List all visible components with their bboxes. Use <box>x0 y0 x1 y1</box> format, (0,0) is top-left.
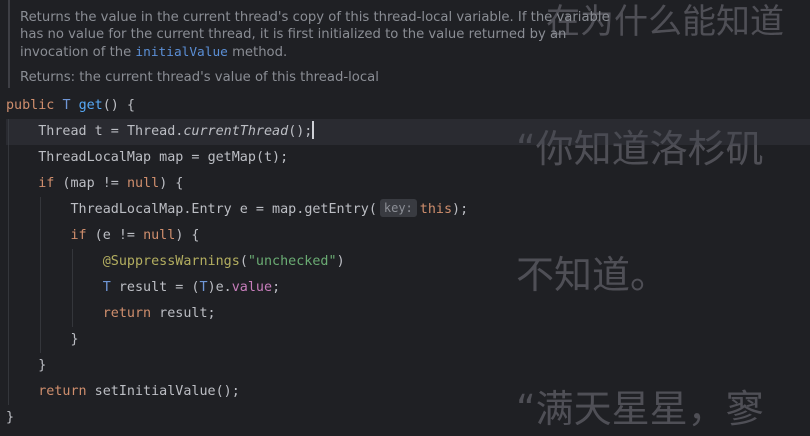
code-text: result; <box>151 306 216 321</box>
keyword: this <box>419 202 453 217</box>
annotation: @SuppressWarnings <box>102 254 240 269</box>
code-text: ) <box>336 254 345 269</box>
code-text: result = ( <box>110 280 200 295</box>
code-text: ); <box>452 202 469 217</box>
code-line[interactable]: ThreadLocalMap map = getMap(t); <box>6 145 810 171</box>
code-editor[interactable]: public T get() { Thread t = Thread.curre… <box>6 93 810 431</box>
code-line[interactable]: return setInitialValue(); <box>6 379 810 405</box>
string-literal: "unchecked" <box>247 254 337 269</box>
code-text: (); <box>288 124 313 139</box>
method-call: getMap <box>207 150 256 165</box>
code-line[interactable]: T result = (T)e.value; <box>6 275 810 301</box>
code-text: (t); <box>255 150 289 165</box>
code-text: ; <box>272 280 281 295</box>
javadoc-text: Returns the value in the current thread'… <box>20 10 610 60</box>
keyword: if <box>70 228 87 243</box>
javadoc-rendered-comment: Returns the value in the current thread'… <box>8 0 620 88</box>
code-text: ) { <box>175 228 200 243</box>
type-name: ThreadLocalMap.Entry <box>70 202 232 217</box>
code-text: e = map. <box>231 202 305 217</box>
code-line[interactable]: public T get() { <box>6 93 810 119</box>
code-text: (e != <box>86 228 144 243</box>
type-param: T <box>102 280 111 295</box>
method-name: get <box>78 98 103 113</box>
javadoc-link-initialvalue[interactable]: initialValue <box>135 45 227 60</box>
keyword: return <box>38 384 87 399</box>
keyword: return <box>102 306 152 321</box>
static-method-call: currentThread <box>183 124 289 139</box>
keyword: null <box>143 228 176 243</box>
code-text: ) { <box>159 176 184 191</box>
class-name: Thread. <box>126 124 184 139</box>
method-call: getEntry <box>304 202 369 217</box>
code-line[interactable]: if (e != null) { <box>6 223 810 249</box>
type-param: T <box>199 280 208 295</box>
code-line[interactable]: @SuppressWarnings("unchecked") <box>6 249 810 275</box>
type-name: ThreadLocalMap <box>38 150 152 165</box>
code-text: map = <box>151 150 208 165</box>
text-caret <box>312 121 314 139</box>
code-text: () { <box>102 98 135 113</box>
code-line[interactable]: } <box>6 405 810 431</box>
code-line[interactable]: ThreadLocalMap.Entry e = map.getEntry(ke… <box>6 197 810 223</box>
javadoc-text: method. <box>227 44 288 60</box>
code-text: (); <box>215 384 240 399</box>
code-text: } <box>70 332 79 347</box>
type-name: Thread <box>38 124 87 139</box>
code-line[interactable]: if (map != null) { <box>6 171 810 197</box>
code-text: } <box>38 358 47 373</box>
code-line-current[interactable]: Thread t = Thread.currentThread(); <box>6 119 810 145</box>
code-text: ( <box>239 254 248 269</box>
code-text: (map != <box>54 176 127 191</box>
code-line[interactable]: } <box>6 353 810 379</box>
code-text: } <box>6 410 15 425</box>
code-line[interactable]: } <box>6 327 810 353</box>
keyword: public <box>6 98 55 113</box>
code-line[interactable]: return result; <box>6 301 810 327</box>
code-text: ( <box>368 202 377 217</box>
code-text: t = <box>86 124 127 139</box>
parameter-hint: key: <box>379 199 417 217</box>
javadoc-description: Returns the value in the current thread'… <box>20 9 620 61</box>
keyword: null <box>126 176 160 191</box>
method-call: setInitialValue <box>86 384 216 399</box>
code-text: )e. <box>207 280 232 295</box>
keyword: if <box>38 176 55 191</box>
field-name: value <box>231 280 273 295</box>
type-param: T <box>62 98 71 113</box>
javadoc-returns: Returns: the current thread's value of t… <box>20 70 379 86</box>
